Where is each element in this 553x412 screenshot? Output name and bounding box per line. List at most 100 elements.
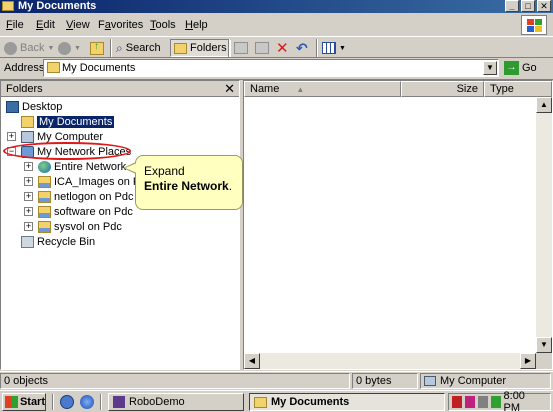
tray-app-icon[interactable] <box>464 396 475 408</box>
taskbar-robodemo[interactable]: RoboDemo <box>108 393 244 411</box>
folders-button[interactable]: Folders <box>170 39 231 57</box>
computer-icon <box>21 131 34 143</box>
tree-item-sysvol[interactable]: sysvol on Pdc <box>38 220 122 234</box>
chevron-down-icon: ▼ <box>47 44 55 52</box>
copy-to-icon <box>255 42 269 54</box>
forward-button[interactable]: ▼ <box>58 39 81 57</box>
chevron-down-icon: ▼ <box>74 44 81 52</box>
move-to-button[interactable] <box>234 39 248 57</box>
scroll-right-button[interactable]: ▶ <box>520 353 536 369</box>
undo-button[interactable]: ↶ <box>296 39 308 57</box>
start-button[interactable]: Start <box>2 393 46 411</box>
go-button[interactable]: → Go <box>504 61 537 75</box>
tree-item-my-documents[interactable]: My Documents <box>21 115 115 129</box>
menu-file[interactable]: File <box>6 19 24 31</box>
tree-item-entire-network[interactable]: Entire Network <box>38 160 126 174</box>
up-folder-button[interactable]: ↑ <box>90 39 104 57</box>
sort-ascending-icon: ▲ <box>296 85 305 94</box>
menu-help[interactable]: Help <box>185 19 208 31</box>
views-icon <box>322 42 336 54</box>
go-arrow-icon: → <box>504 61 519 75</box>
menu-view[interactable]: View <box>66 19 90 31</box>
window-controls: _ □ ✕ <box>505 0 551 12</box>
title-bar: My Documents _ □ ✕ <box>0 0 553 13</box>
address-bar: Address My Documents ▼ → Go <box>0 58 553 80</box>
column-header-name[interactable]: Name ▲ <box>244 81 401 97</box>
forward-arrow-icon <box>58 41 71 55</box>
tree-item-recycle-bin[interactable]: Recycle Bin <box>21 235 95 249</box>
back-button[interactable]: Back ▼ <box>4 39 54 57</box>
status-objects: 0 objects <box>0 373 350 389</box>
globe-icon <box>38 161 51 173</box>
folders-icon <box>174 42 187 54</box>
instruction-callout: Expand Entire Network. <box>135 155 243 210</box>
scroll-corner <box>536 353 552 369</box>
column-header-type[interactable]: Type <box>484 81 552 97</box>
highlight-ring <box>3 142 131 160</box>
menu-edit[interactable]: Edit <box>36 19 55 31</box>
column-header-size[interactable]: Size <box>401 81 484 97</box>
callout-line-2: Entire Network. <box>144 179 233 193</box>
taskbar-my-documents[interactable]: My Documents <box>249 393 445 411</box>
tree-item-netlogon[interactable]: netlogon on Pdc <box>38 190 134 204</box>
scroll-down-button[interactable]: ▼ <box>536 337 552 353</box>
scroll-left-button[interactable]: ◀ <box>244 353 260 369</box>
address-label: Address <box>4 62 45 74</box>
tray-app-icon[interactable] <box>452 396 462 408</box>
address-dropdown-button[interactable]: ▼ <box>483 61 497 75</box>
delete-button[interactable]: ✕ <box>276 39 289 57</box>
folders-pane: Folders ✕ Desktop My Documents + My Comp… <box>0 80 240 370</box>
menu-favorites[interactable]: Favorites <box>98 19 143 31</box>
close-pane-button[interactable]: ✕ <box>224 81 235 97</box>
expand-my-computer-button[interactable]: + <box>7 132 16 141</box>
back-arrow-icon <box>4 41 17 55</box>
clock[interactable]: 8:00 PM <box>504 390 544 412</box>
copy-to-button[interactable] <box>255 39 269 57</box>
up-folder-icon: ↑ <box>90 41 104 55</box>
tray-app-icon[interactable] <box>477 396 488 408</box>
search-icon: ⌕ <box>116 40 123 55</box>
folder-icon <box>2 1 14 11</box>
chevron-down-icon: ▼ <box>339 44 346 52</box>
close-button[interactable]: ✕ <box>537 0 551 12</box>
views-button[interactable]: ▼ <box>322 39 346 57</box>
maximize-button[interactable]: □ <box>521 0 535 12</box>
expand-entire-network-button[interactable]: + <box>24 162 33 171</box>
menu-bar: File Edit View Favorites Tools Help <box>0 14 553 36</box>
address-input[interactable]: My Documents ▼ <box>43 59 499 77</box>
horizontal-scrollbar[interactable]: ◀ ▶ <box>244 353 536 369</box>
internet-explorer-icon[interactable] <box>80 395 94 409</box>
toolbar: Back ▼ ▼ ↑ ⌕ Search Folders ✕ ↶ ▼ <box>0 36 553 58</box>
window-title: My Documents <box>18 0 97 12</box>
taskbar: Start RoboDemo My Documents 8:00 PM <box>0 390 553 412</box>
menu-tools[interactable]: Tools <box>150 19 176 31</box>
folder-icon <box>21 116 34 128</box>
windows-logo-icon <box>521 15 547 35</box>
recycle-bin-icon <box>21 236 34 248</box>
expand-netlogon-button[interactable]: + <box>24 192 33 201</box>
expand-ica-images-button[interactable]: + <box>24 177 33 186</box>
folders-pane-header: Folders ✕ <box>1 81 239 97</box>
desktop-icon <box>6 101 19 113</box>
expand-sysvol-button[interactable]: + <box>24 222 33 231</box>
computer-icon <box>424 376 436 386</box>
expand-software-button[interactable]: + <box>24 207 33 216</box>
tray-app-icon[interactable] <box>490 396 501 408</box>
tree-item-software[interactable]: software on Pdc <box>38 205 133 219</box>
file-list[interactable]: Name ▲ Size Type ▲ ▼ ◀ ▶ <box>243 80 553 370</box>
address-value: My Documents <box>62 62 136 74</box>
folders-pane-title: Folders <box>6 83 43 95</box>
scroll-up-button[interactable]: ▲ <box>536 97 552 113</box>
tree-item-desktop[interactable]: Desktop <box>6 100 62 114</box>
search-button[interactable]: ⌕ Search <box>116 39 161 57</box>
show-desktop-icon[interactable] <box>60 395 74 409</box>
callout-tail-fill <box>125 163 137 173</box>
network-share-icon <box>38 206 51 218</box>
callout-line-1: Expand <box>144 164 185 178</box>
delete-x-icon: ✕ <box>276 40 289 57</box>
system-tray: 8:00 PM <box>448 390 551 412</box>
folder-icon <box>254 396 267 408</box>
network-share-icon <box>38 221 51 233</box>
vertical-scrollbar[interactable]: ▲ ▼ <box>536 97 552 353</box>
minimize-button[interactable]: _ <box>505 0 519 12</box>
